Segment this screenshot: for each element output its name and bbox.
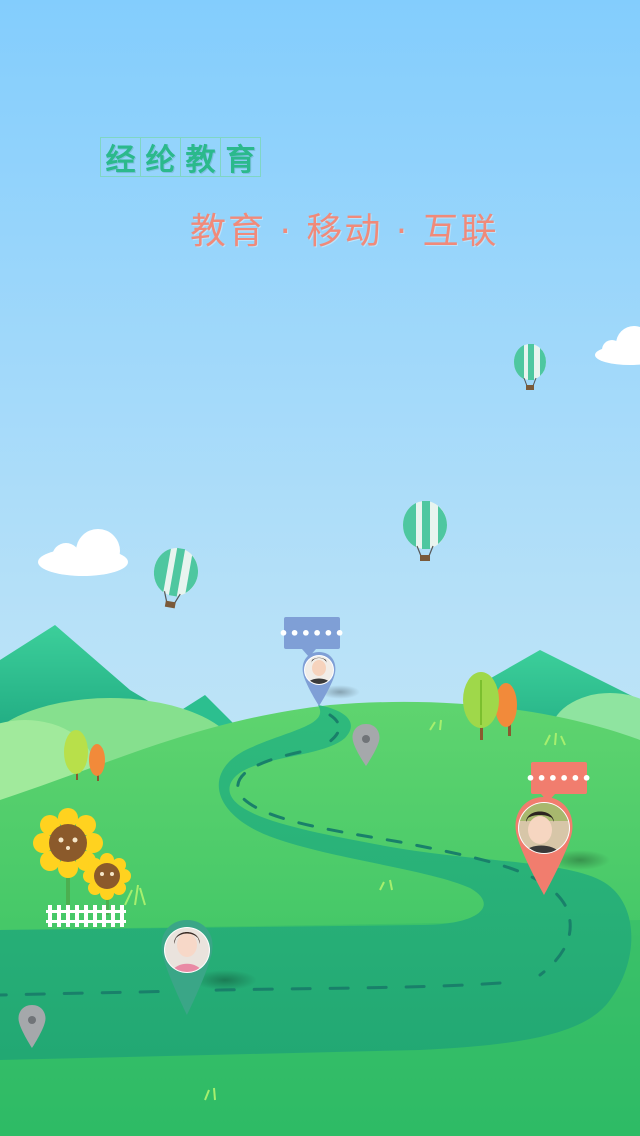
brand-logo: 经 纶 教 育 — [100, 137, 261, 178]
brand-char: 纶 — [140, 137, 181, 178]
brand-char: 育 — [220, 137, 261, 178]
chat-bubble[interactable]: •••••• — [525, 762, 592, 802]
splash-screen: •••••• •••••• 经 纶 教 育 教育 · 移动 · 互联 — [0, 0, 640, 1136]
tagline: 教育 · 移动 · 互联 — [190, 211, 499, 252]
brand-char: 教 — [180, 137, 221, 178]
fence-icon — [46, 905, 126, 927]
brand-char: 经 — [100, 137, 141, 178]
landscape-illustration — [0, 0, 640, 1136]
chat-bubble[interactable]: •••••• — [278, 617, 345, 657]
